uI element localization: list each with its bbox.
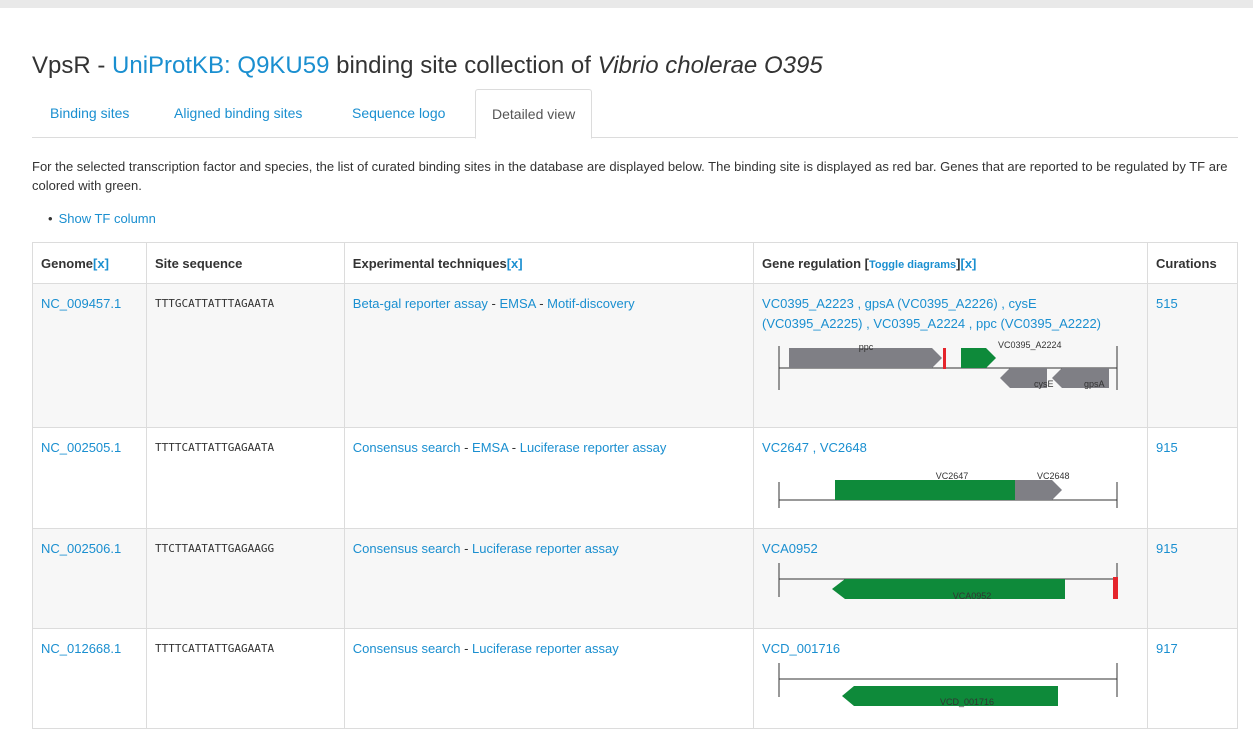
curations-link[interactable]: 917 xyxy=(1156,641,1178,656)
title-tf: VpsR - xyxy=(32,52,113,79)
header-site-sequence: Site sequence xyxy=(145,242,345,284)
technique-separator: - xyxy=(460,440,473,455)
binding-site-bar xyxy=(1113,577,1119,599)
header-genome: Genome[x] xyxy=(32,242,147,284)
table-header-row: Genome[x] Site sequence Experimental tec… xyxy=(32,242,1238,284)
genome-link[interactable]: NC_002506.1 xyxy=(41,541,121,556)
header-curations: Curations xyxy=(1147,242,1238,284)
site-sequence: TTTTCATTATTGAGAATA xyxy=(145,427,345,529)
toggle-diagrams-link[interactable]: Toggle diagrams xyxy=(869,259,956,271)
technique-link[interactable]: Motif-discovery xyxy=(547,296,634,311)
gene-label-vcd-001716: VCD_001716 xyxy=(940,697,994,707)
regulated-genes-links[interactable]: VC2647 , VC2648 xyxy=(762,440,867,455)
gene-diagram: VCA0952 xyxy=(778,563,1119,601)
gene-regulation-cell: VC2647 , VC2648 VC2647 VC2648 xyxy=(753,427,1148,529)
technique-link[interactable]: Luciferase reporter assay xyxy=(520,440,667,455)
gene-diagram: ppc VC0395_A2224 cysE gpsA xyxy=(778,340,1118,390)
header-techniques-label: Experimental techniques xyxy=(352,255,507,271)
gene-arrow-regulated xyxy=(961,348,997,368)
technique-separator: - xyxy=(460,541,473,556)
gene-label-vc2647: VC2647 xyxy=(936,471,969,481)
gene-label-gpsa: gpsA xyxy=(1084,379,1105,389)
hide-techniques-column[interactable]: [x] xyxy=(507,256,523,271)
tab-aligned-binding-sites[interactable]: Aligned binding sites xyxy=(158,89,318,137)
technique-link[interactable]: EMSA xyxy=(499,296,535,311)
gene-arrow-vc2647 xyxy=(835,480,1016,500)
gene-regulation-cell: VCA0952 VCA0952 xyxy=(753,528,1148,629)
regulated-genes-links[interactable]: VCA0952 xyxy=(762,541,818,556)
technique-link[interactable]: Beta-gal reporter assay xyxy=(353,296,488,311)
binding-sites-table: Genome[x] Site sequence Experimental tec… xyxy=(32,242,1238,729)
techniques-cell: Consensus search - Luciferase reporter a… xyxy=(343,528,755,629)
header-gene-label: Gene regulation [ xyxy=(762,255,869,271)
curations-link[interactable]: 915 xyxy=(1156,541,1178,556)
header-techniques: Experimental techniques[x] xyxy=(343,242,755,284)
binding-site-bar xyxy=(943,348,947,369)
regulated-genes-links[interactable]: VCD_001716 xyxy=(762,641,840,656)
gene-regulation-cell: VC0395_A2223 , gpsA (VC0395_A2226) , cys… xyxy=(753,283,1148,428)
gene-label-vca0952: VCA0952 xyxy=(953,591,992,601)
header-gene-regulation: Gene regulation [Toggle diagrams][x] xyxy=(753,242,1148,284)
hide-gene-column[interactable]: [x] xyxy=(961,256,977,271)
genome-link[interactable]: NC_002505.1 xyxy=(41,440,121,455)
gene-label-cyse: cysE xyxy=(1034,379,1054,389)
show-tf-column-link[interactable]: Show TF column xyxy=(59,211,156,226)
gene-arrow-vc2648 xyxy=(1015,480,1063,500)
tab-binding-sites[interactable]: Binding sites xyxy=(34,89,145,137)
title-species: Vibrio cholerae O395 xyxy=(597,52,823,79)
site-sequence: TTTTCATTATTGAGAATA xyxy=(145,628,345,729)
table-row: NC_012668.1 TTTTCATTATTGAGAATA Consensus… xyxy=(32,628,1238,729)
curations-link[interactable]: 915 xyxy=(1156,440,1178,455)
technique-link[interactable]: Luciferase reporter assay xyxy=(472,541,619,556)
technique-separator: - xyxy=(508,440,520,455)
technique-separator: - xyxy=(460,641,473,656)
gene-label-ppc: ppc xyxy=(859,342,874,352)
technique-link[interactable]: Luciferase reporter assay xyxy=(472,641,619,656)
techniques-cell: Beta-gal reporter assay - EMSA - Motif-d… xyxy=(343,283,755,428)
page-title: VpsR - UniProtKB: Q9KU59 binding site co… xyxy=(32,52,823,80)
techniques-cell: Consensus search - EMSA - Luciferase rep… xyxy=(343,427,755,529)
regulated-genes-links[interactable]: VC0395_A2223 , gpsA (VC0395_A2226) , cys… xyxy=(762,296,1101,331)
hide-genome-column[interactable]: [x] xyxy=(93,256,109,271)
site-sequence: TTCTTAATATTGAGAAGG xyxy=(145,528,345,629)
gene-arrow-vca0952 xyxy=(832,579,1066,599)
technique-separator: - xyxy=(487,296,500,311)
description-text: For the selected transcription factor an… xyxy=(32,159,1228,193)
table-row: NC_002505.1 TTTTCATTATTGAGAATA Consensus… xyxy=(32,427,1238,529)
uniprot-link[interactable]: UniProtKB: Q9KU59 xyxy=(112,52,329,79)
techniques-cell: Consensus search - Luciferase reporter a… xyxy=(343,628,755,729)
gene-label-vc2648: VC2648 xyxy=(1037,471,1070,481)
gene-diagram: VCD_001716 xyxy=(778,663,1118,707)
table-row: NC_009457.1 TTTGCATTATTTAGAATA Beta-gal … xyxy=(32,283,1238,428)
tab-bar: Binding sites Aligned binding sites Sequ… xyxy=(32,89,1238,139)
table-row: NC_002506.1 TTCTTAATATTGAGAAGG Consensus… xyxy=(32,528,1238,629)
curations-link[interactable]: 515 xyxy=(1156,296,1178,311)
browser-frame-edge xyxy=(0,0,1253,8)
technique-link[interactable]: Consensus search xyxy=(353,440,461,455)
site-sequence: TTTGCATTATTTAGAATA xyxy=(145,283,345,428)
technique-link[interactable]: Consensus search xyxy=(353,641,461,656)
technique-link[interactable]: EMSA xyxy=(472,440,508,455)
tab-detailed-view[interactable]: Detailed view xyxy=(475,89,593,139)
genome-link[interactable]: NC_009457.1 xyxy=(41,296,121,311)
gene-regulation-cell: VCD_001716 VCD_001716 xyxy=(753,628,1148,729)
show-tf-column-item: • Show TF column xyxy=(48,211,156,226)
tab-sequence-logo[interactable]: Sequence logo xyxy=(336,89,461,137)
title-mid: binding site collection of xyxy=(329,52,598,79)
technique-link[interactable]: Consensus search xyxy=(353,541,461,556)
genome-link[interactable]: NC_012668.1 xyxy=(41,641,121,656)
technique-separator: - xyxy=(535,296,548,311)
gene-label-vc0395-a2224: VC0395_A2224 xyxy=(998,340,1062,350)
gene-diagram: VC2647 VC2648 xyxy=(778,471,1118,508)
bullet-dot: • xyxy=(48,211,53,226)
header-genome-label: Genome xyxy=(41,255,94,271)
